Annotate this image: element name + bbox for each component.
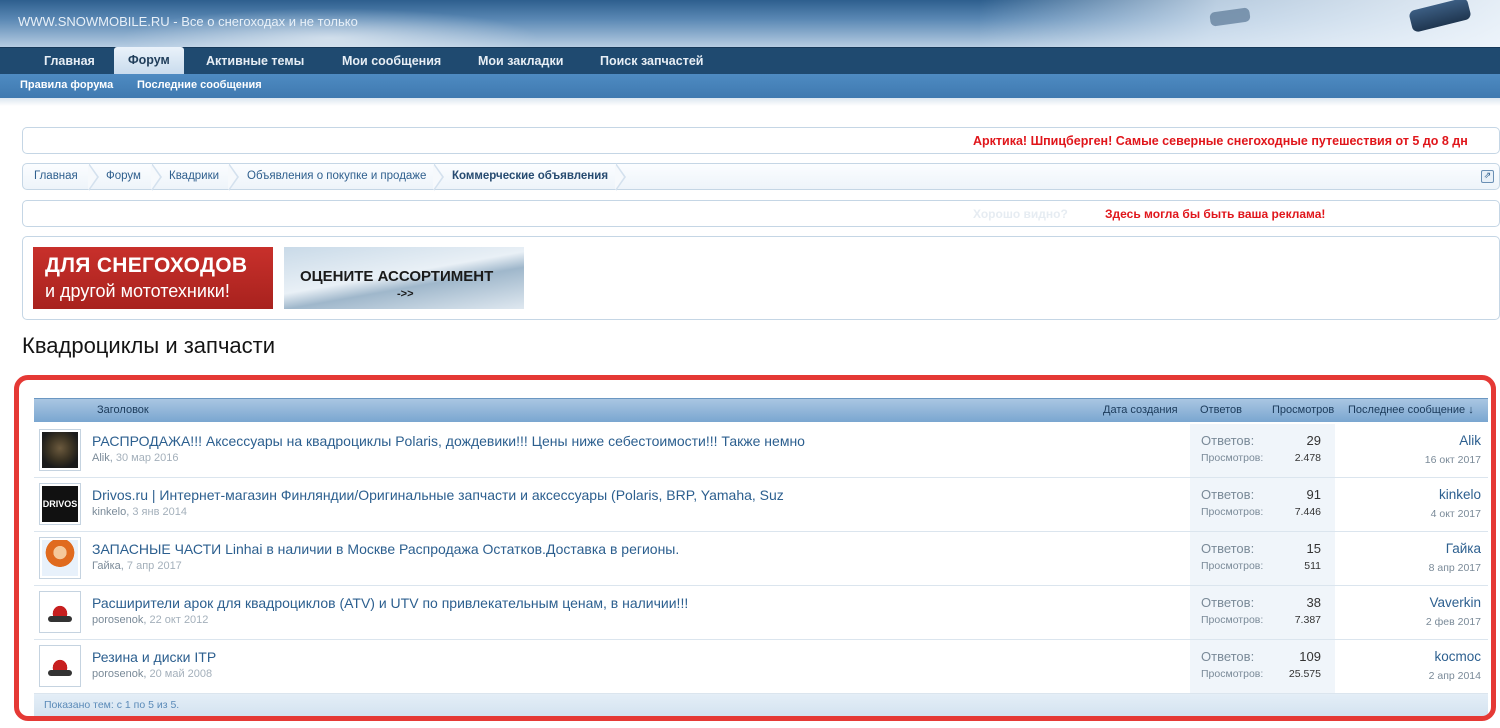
nav-tab-active-threads[interactable]: Активные темы — [192, 48, 318, 75]
breadcrumb-commercial[interactable]: Коммерческие объявления — [452, 170, 608, 182]
ad-banner-line2: и другой мототехники! — [45, 281, 230, 301]
breadcrumb-quads[interactable]: Квадрики — [169, 170, 219, 182]
ad-notice-box: Хорошо видно? Здесь могла бы быть ваша р… — [22, 200, 1500, 227]
nav-shadow — [0, 98, 1500, 106]
nav-tab-forum[interactable]: Форум — [114, 47, 184, 75]
ad-banner-snowmobiles[interactable]: ДЛЯ СНЕГОХОДОВ и другой мототехники! — [33, 247, 273, 309]
site-header-banner: WWW.SNOWMOBILE.RU - Все о снегоходах и н… — [0, 0, 1500, 48]
highlight-frame — [14, 375, 1496, 721]
nav-tab-parts-search[interactable]: Поиск запчастей — [586, 48, 717, 75]
ad-banner-line1: ДЛЯ СНЕГОХОДОВ — [45, 254, 248, 277]
breadcrumb-separator — [151, 163, 162, 191]
breadcrumb-home[interactable]: Главная — [34, 170, 78, 182]
breadcrumb-separator — [433, 163, 444, 191]
sub-nav: Правила форума Последние сообщения — [0, 74, 1500, 98]
nav-tab-my-posts[interactable]: Мои сообщения — [328, 48, 455, 75]
ad-banner-line1: ОЦЕНИТЕ АССОРТИМЕНТ — [300, 268, 494, 285]
breadcrumb-forum[interactable]: Форум — [106, 170, 141, 182]
breadcrumb: Главная Форум Квадрики Объявления о поку… — [22, 163, 1500, 191]
ad-banners: ДЛЯ СНЕГОХОДОВ и другой мототехники! ОЦЕ… — [22, 236, 1500, 320]
breadcrumb-separator — [88, 163, 99, 191]
site-title[interactable]: WWW.SNOWMOBILE.RU - Все о снегоходах и н… — [18, 14, 358, 29]
breadcrumb-separator — [228, 163, 239, 191]
subnav-recent-posts[interactable]: Последние сообщения — [137, 79, 262, 91]
notice-arctic-link[interactable]: Арктика! Шпицберген! Самые северные снег… — [973, 134, 1468, 148]
ad-banner-line2: ->> — [397, 288, 414, 300]
ad-notice-link[interactable]: Здесь могла бы быть ваша реклама! — [1105, 207, 1325, 221]
notice-box: Арктика! Шпицберген! Самые северные снег… — [22, 127, 1500, 154]
main-nav: Главная Форум Активные темы Мои сообщени… — [0, 47, 1500, 75]
page-title: Квадроциклы и запчасти — [22, 333, 276, 358]
nav-tab-bookmarks[interactable]: Мои закладки — [464, 48, 577, 75]
subnav-forum-rules[interactable]: Правила форума — [20, 79, 113, 91]
nav-tab-home[interactable]: Главная — [30, 48, 109, 75]
breadcrumb-buy-sell[interactable]: Объявления о покупке и продаже — [247, 170, 426, 182]
ad-banner-assortment[interactable]: ОЦЕНИТЕ АССОРТИМЕНТ ->> — [284, 247, 524, 309]
ad-notice-faded-text: Хорошо видно? — [973, 207, 1068, 221]
jump-to-icon[interactable]: ⇗ — [1481, 170, 1494, 183]
breadcrumb-separator — [615, 163, 626, 191]
